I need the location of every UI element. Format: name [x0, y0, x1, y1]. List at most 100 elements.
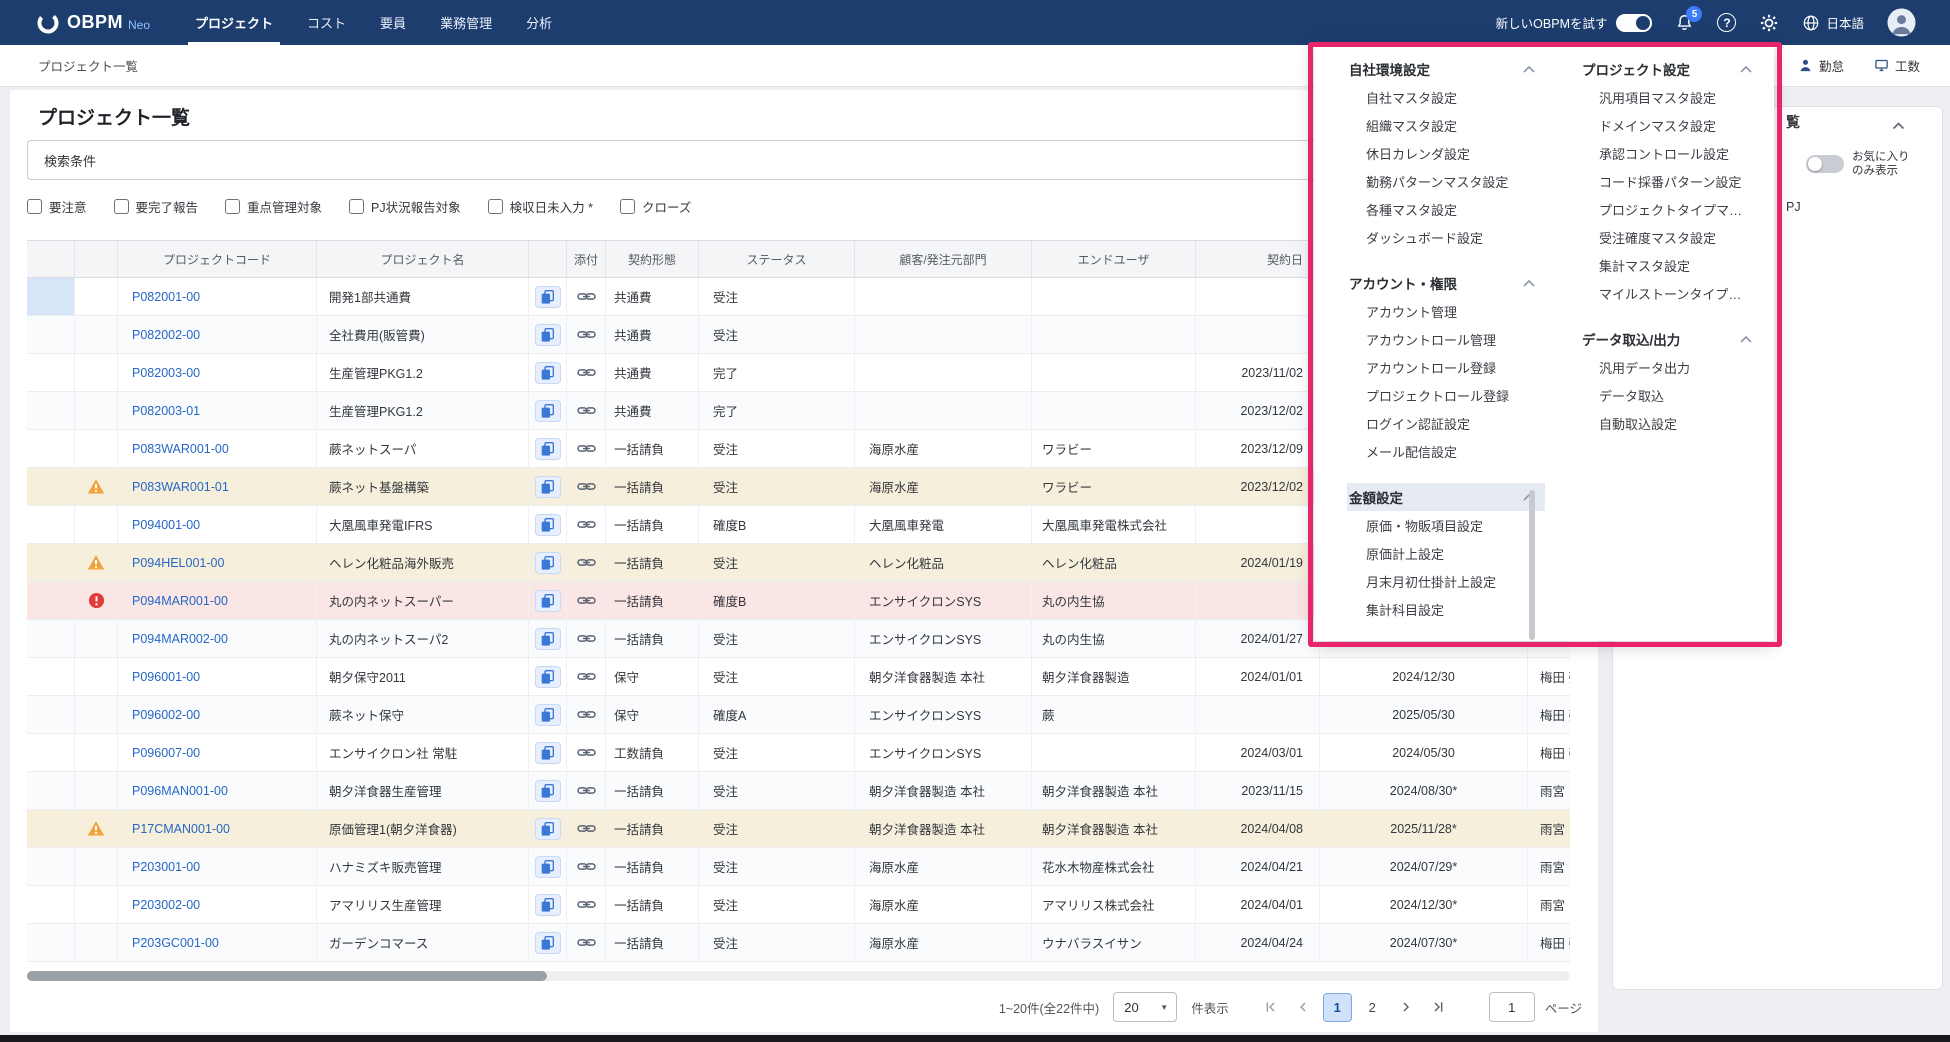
nav-tab[interactable]: コスト	[290, 0, 363, 45]
project-code-link[interactable]: P094MAR002-00	[118, 620, 317, 657]
favorites-only-toggle[interactable]	[1806, 155, 1844, 173]
obpm-logo[interactable]: OBPM Neo	[36, 11, 150, 35]
link-icon[interactable]	[576, 594, 596, 607]
project-code-link[interactable]: P082001-00	[118, 278, 317, 315]
settings-menu-item[interactable]: 集計科目設定	[1347, 595, 1545, 623]
settings-menu-item[interactable]: 汎用データ出力	[1580, 353, 1762, 381]
next-page-button[interactable]	[1393, 993, 1420, 1021]
filter-checkbox-item[interactable]: 検収日未入力 *	[487, 197, 593, 216]
settings-menu-item[interactable]: 承認コントロール設定	[1580, 139, 1762, 167]
header-project-name[interactable]: プロジェクト名	[317, 241, 529, 277]
first-page-button[interactable]	[1257, 993, 1284, 1021]
menu-scrollbar-thumb[interactable]	[1529, 490, 1535, 640]
project-code-link[interactable]: P094001-00	[118, 506, 317, 543]
settings-menu-section-header[interactable]: データ取込/出力	[1580, 325, 1762, 353]
copy-icon[interactable]	[534, 399, 561, 422]
copy-icon[interactable]	[534, 475, 561, 498]
checkbox[interactable]	[27, 198, 42, 214]
link-icon[interactable]	[576, 404, 596, 417]
copy-icon[interactable]	[534, 931, 561, 954]
settings-menu-item[interactable]: ダッシュボード設定	[1347, 223, 1545, 251]
project-code-link[interactable]: P096007-00	[118, 734, 317, 771]
settings-menu-item[interactable]: ドメインマスタ設定	[1580, 111, 1762, 139]
copy-icon[interactable]	[534, 551, 561, 574]
try-new-obpm-toggle[interactable]	[1616, 13, 1653, 32]
last-page-button[interactable]	[1426, 993, 1453, 1021]
header-contract-date[interactable]: 契約日	[1196, 241, 1320, 277]
link-icon[interactable]	[576, 632, 596, 645]
settings-menu-item[interactable]: 原価・物販項目設定	[1347, 511, 1545, 539]
prev-page-button[interactable]	[1290, 993, 1317, 1021]
project-code-link[interactable]: P082002-00	[118, 316, 317, 353]
settings-menu-item[interactable]: メール配信設定	[1347, 437, 1545, 465]
nav-tab[interactable]: 分析	[509, 0, 569, 45]
settings-menu-item[interactable]: プロジェクトタイプマ…	[1580, 195, 1762, 223]
copy-icon[interactable]	[534, 627, 561, 650]
copy-icon[interactable]	[534, 589, 561, 612]
header-enduser[interactable]: エンドユーザ	[1032, 241, 1196, 277]
settings-menu-item[interactable]: 休日カレンダ設定	[1347, 139, 1545, 167]
settings-menu-section-header[interactable]: 金額設定	[1347, 483, 1545, 511]
project-code-link[interactable]: P096001-00	[118, 658, 317, 695]
link-icon[interactable]	[576, 290, 596, 303]
link-icon[interactable]	[576, 442, 596, 455]
copy-icon[interactable]	[534, 361, 561, 384]
project-code-link[interactable]: P203002-00	[118, 886, 317, 923]
settings-menu-item[interactable]: 受注確度マスタ設定	[1580, 223, 1762, 251]
settings-menu-item[interactable]: プロジェクトロール登録	[1347, 381, 1545, 409]
link-icon[interactable]	[576, 708, 596, 721]
copy-icon[interactable]	[534, 437, 561, 460]
settings-menu-item[interactable]: データ取込	[1580, 381, 1762, 409]
copy-icon[interactable]	[534, 741, 561, 764]
header-project-code[interactable]: プロジェクトコード	[118, 241, 317, 277]
checkbox[interactable]	[225, 198, 241, 214]
help-button[interactable]: ?	[1717, 13, 1737, 32]
checkbox[interactable]	[487, 198, 503, 214]
copy-icon[interactable]	[534, 855, 561, 878]
settings-menu-item[interactable]: アカウント管理	[1347, 297, 1545, 325]
project-code-link[interactable]: P082003-00	[118, 354, 317, 391]
breadcrumb[interactable]: プロジェクト一覧	[38, 56, 138, 75]
link-icon[interactable]	[576, 556, 596, 569]
filter-checkbox-item[interactable]: クローズ	[619, 197, 691, 216]
settings-gear-button[interactable]	[1759, 13, 1779, 33]
nav-tab[interactable]: 業務管理	[423, 0, 509, 45]
project-code-link[interactable]: P096002-00	[118, 696, 317, 733]
project-code-link[interactable]: P083WAR001-00	[118, 430, 317, 467]
link-icon[interactable]	[576, 518, 596, 531]
notifications-button[interactable]: 5	[1675, 6, 1703, 33]
nav-tab[interactable]: プロジェクト	[178, 0, 290, 45]
page-number-button[interactable]: 1	[1322, 992, 1352, 1022]
project-code-link[interactable]: P203GC001-00	[118, 924, 317, 961]
settings-menu-item[interactable]: 汎用項目マスタ設定	[1580, 83, 1762, 111]
copy-icon[interactable]	[534, 893, 561, 916]
settings-menu-item[interactable]: 月末月初仕掛計上設定	[1347, 567, 1545, 595]
page-jump-input[interactable]	[1488, 992, 1535, 1022]
checkbox[interactable]	[619, 198, 635, 214]
link-icon[interactable]	[576, 366, 596, 379]
settings-menu-item[interactable]: 自動取込設定	[1580, 409, 1762, 437]
link-icon[interactable]	[576, 328, 596, 341]
copy-icon[interactable]	[534, 817, 561, 840]
settings-menu-item[interactable]: アカウントロール管理	[1347, 325, 1545, 353]
project-code-link[interactable]: P17CMAN001-00	[118, 810, 317, 847]
filter-checkbox-item[interactable]: 重点管理対象	[225, 197, 322, 216]
settings-menu-item[interactable]: 原価計上設定	[1347, 539, 1545, 567]
settings-menu-section-header[interactable]: プロジェクト設定	[1580, 55, 1762, 83]
filter-checkbox-item[interactable]: PJ状況報告対象	[349, 197, 461, 216]
project-code-link[interactable]: P083WAR001-01	[118, 468, 317, 505]
project-code-link[interactable]: P096MAN001-00	[118, 772, 317, 809]
page-number-button[interactable]: 2	[1358, 993, 1387, 1022]
settings-menu-item[interactable]: 勤務パターンマスタ設定	[1347, 167, 1545, 195]
settings-menu-item[interactable]: マイルストーンタイプ…	[1580, 279, 1762, 307]
copy-icon[interactable]	[534, 665, 561, 688]
link-icon[interactable]	[576, 822, 596, 835]
project-code-link[interactable]: P094MAR001-00	[118, 582, 317, 619]
copy-icon[interactable]	[534, 323, 561, 346]
page-size-select[interactable]: 20 ▼	[1113, 992, 1178, 1022]
link-icon[interactable]	[576, 746, 596, 759]
link-icon[interactable]	[576, 898, 596, 911]
user-avatar[interactable]	[1887, 8, 1916, 37]
settings-menu-item[interactable]: 各種マスタ設定	[1347, 195, 1545, 223]
header-contract-type[interactable]: 契約形態	[606, 241, 699, 277]
